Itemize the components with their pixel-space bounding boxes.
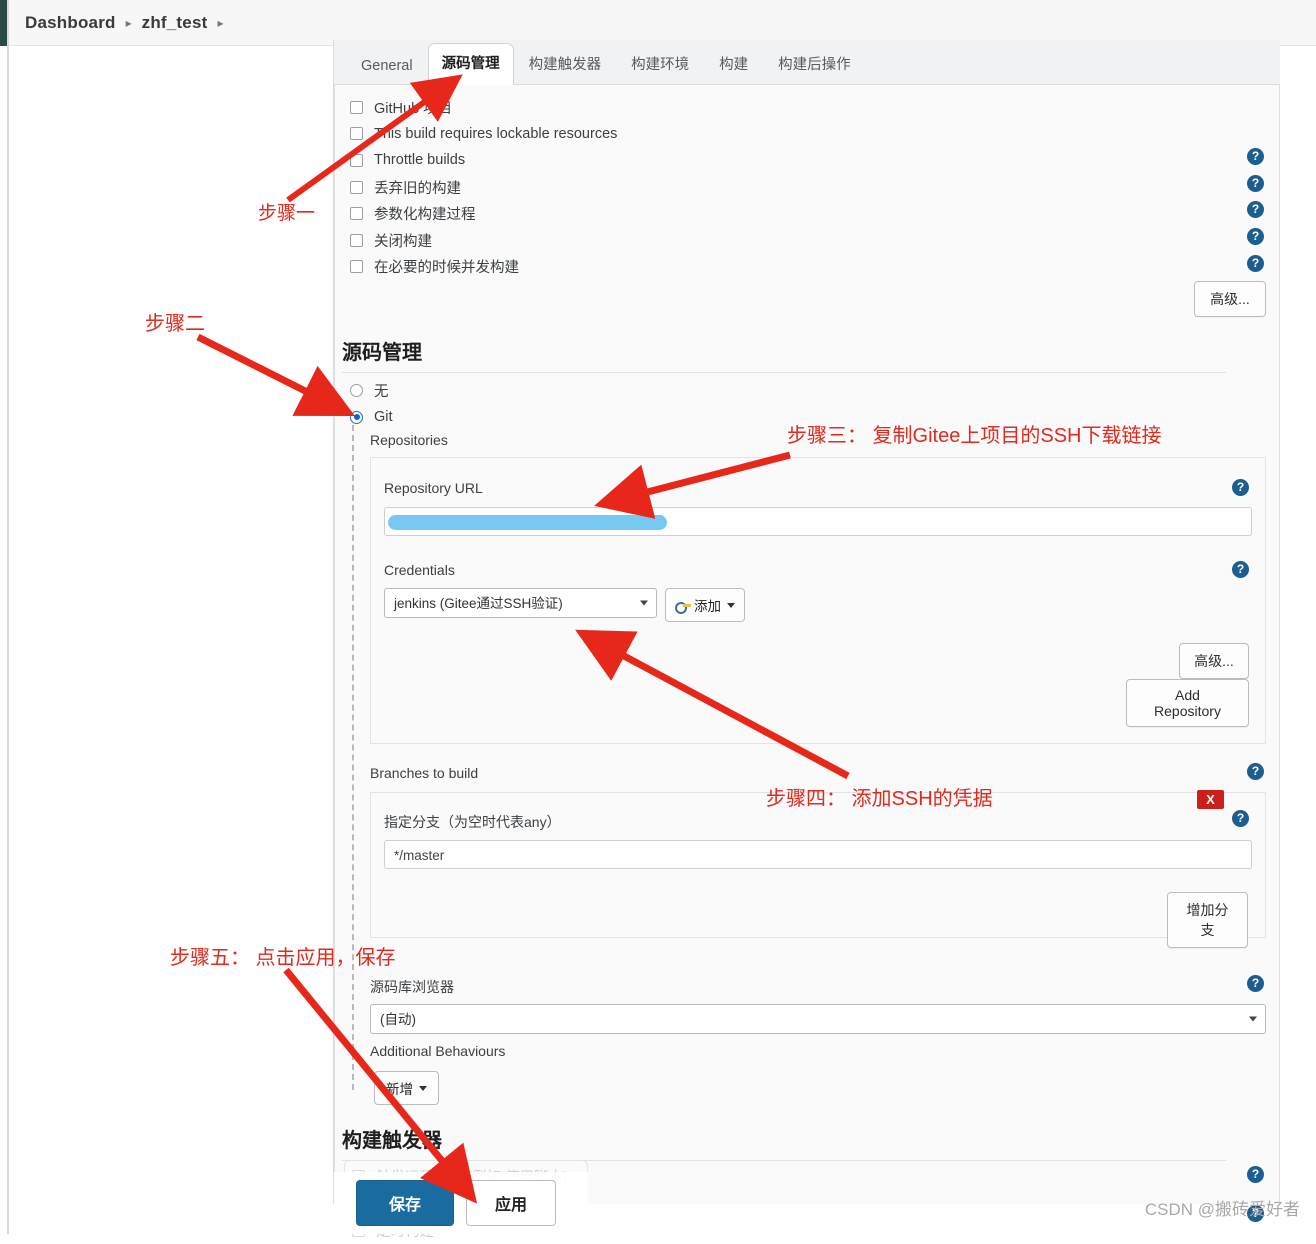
annotation-step-2: 步骤二 bbox=[145, 313, 205, 335]
help-icon-discard-old-builds[interactable]: ? bbox=[1247, 175, 1264, 192]
scm-section-heading: 源码管理 bbox=[342, 336, 1226, 373]
help-icon-trigger-remote[interactable]: ? bbox=[1247, 1166, 1264, 1183]
tab-post-build[interactable]: 构建后操作 bbox=[763, 43, 866, 85]
option-label: 参数化构建过程 bbox=[374, 207, 476, 224]
triggers-section-heading: 构建触发器 bbox=[342, 1124, 1226, 1161]
delete-branch-button[interactable]: X bbox=[1197, 790, 1224, 809]
add-repository-button[interactable]: Add Repository bbox=[1126, 679, 1249, 727]
watermark: CSDN @搬砖爱好者 bbox=[1144, 1200, 1300, 1219]
additional-behaviours-label: Additional Behaviours bbox=[370, 1043, 506, 1059]
option-throttle-builds[interactable]: Throttle builds bbox=[350, 147, 1230, 174]
help-icon-branches[interactable]: ? bbox=[1247, 763, 1264, 780]
option-disable-build[interactable]: 关闭构建 bbox=[350, 227, 1230, 254]
radio-git-input[interactable] bbox=[350, 410, 363, 424]
repositories-label: Repositories bbox=[370, 432, 448, 448]
annotation-step-5: 步骤五： 点击应用，保存 bbox=[170, 947, 396, 969]
breadcrumb-item-job[interactable]: zhf_test bbox=[142, 13, 208, 33]
add-behaviour-button[interactable]: 新增 bbox=[374, 1071, 439, 1105]
breadcrumb-separator-icon-2[interactable]: ▸ bbox=[217, 16, 223, 30]
checkbox-lockable-resources[interactable] bbox=[350, 127, 363, 141]
annotation-step-1: 步骤一 bbox=[258, 203, 316, 224]
radio-scm-none[interactable]: 无 bbox=[350, 377, 389, 404]
checkbox-github-project[interactable] bbox=[350, 100, 363, 114]
checkbox-disable-build[interactable] bbox=[350, 233, 363, 247]
add-branch-button[interactable]: 增加分支 bbox=[1167, 892, 1248, 948]
help-icon-repository-url[interactable]: ? bbox=[1232, 479, 1249, 496]
help-icon-concurrent-build[interactable]: ? bbox=[1247, 255, 1264, 272]
radio-none-input[interactable] bbox=[350, 383, 363, 397]
add-credential-label: 添加 bbox=[694, 599, 721, 614]
tab-scm[interactable]: 源码管理 bbox=[427, 43, 514, 85]
help-icon-parameterized-build[interactable]: ? bbox=[1247, 201, 1264, 218]
help-icon-disable-build[interactable]: ? bbox=[1247, 228, 1264, 245]
option-label: 在必要的时候并发构建 bbox=[374, 260, 519, 277]
breadcrumb-separator-icon: ▸ bbox=[125, 15, 132, 30]
help-icon-throttle-builds[interactable]: ? bbox=[1247, 148, 1264, 165]
tab-build[interactable]: 构建 bbox=[704, 43, 763, 85]
git-section-guide bbox=[352, 425, 354, 1090]
breadcrumb-item-dashboard[interactable]: Dashboard bbox=[25, 13, 116, 33]
advanced-button-general[interactable]: 高级... bbox=[1194, 281, 1266, 317]
option-label: 关闭构建 bbox=[374, 233, 432, 250]
chevron-down-icon bbox=[727, 602, 735, 608]
repository-browser-select[interactable]: (自动) bbox=[370, 1004, 1266, 1034]
radio-label: Git bbox=[374, 409, 393, 426]
help-icon-repository-browser[interactable]: ? bbox=[1247, 975, 1264, 992]
help-icon-branch-specifier[interactable]: ? bbox=[1232, 810, 1249, 827]
key-icon bbox=[675, 600, 691, 614]
branches-to-build-label: Branches to build bbox=[370, 765, 479, 781]
annotation-step-3: 步骤三： 复制Gitee上项目的SSH下载链接 bbox=[787, 425, 1162, 447]
tab-build-triggers[interactable]: 构建触发器 bbox=[514, 43, 617, 85]
repository-browser-value: (自动) bbox=[380, 1011, 416, 1027]
checkbox-parameterized-build[interactable] bbox=[350, 207, 363, 221]
checkbox-concurrent-build[interactable] bbox=[350, 260, 363, 274]
chevron-down-icon bbox=[419, 1085, 427, 1091]
option-concurrent-build[interactable]: 在必要的时候并发构建 bbox=[350, 254, 1230, 281]
repository-url-label: Repository URL bbox=[384, 480, 483, 496]
option-label: GitHub 项目 bbox=[374, 100, 453, 117]
credentials-label: Credentials bbox=[384, 562, 455, 578]
option-parameterized-build[interactable]: 参数化构建过程 bbox=[350, 200, 1230, 227]
option-lockable-resources[interactable]: This build requires lockable resources bbox=[350, 121, 1230, 148]
chevron-down-icon bbox=[1249, 1016, 1257, 1022]
credentials-select[interactable]: jenkins (Gitee通过SSH验证) bbox=[384, 588, 657, 618]
general-options-list: GitHub 项目 This build requires lockable r… bbox=[350, 94, 1230, 280]
radio-label: 无 bbox=[374, 383, 389, 400]
branch-specifier-input[interactable]: */master bbox=[384, 840, 1252, 869]
repository-url-redaction bbox=[388, 515, 667, 530]
chevron-down-icon bbox=[640, 600, 648, 606]
repository-browser-label: 源码库浏览器 bbox=[370, 979, 454, 995]
option-discard-old-builds[interactable]: 丢弃旧的构建 bbox=[350, 174, 1230, 201]
form-action-bar: 保存 应用 bbox=[334, 1172, 588, 1234]
add-credential-button[interactable]: 添加 bbox=[665, 588, 745, 622]
option-github-project[interactable]: GitHub 项目 bbox=[350, 94, 1230, 121]
checkbox-discard-old-builds[interactable] bbox=[350, 180, 363, 194]
branch-specifier-label: 指定分支（为空时代表any） bbox=[384, 814, 561, 830]
option-label: 丢弃旧的构建 bbox=[374, 180, 461, 197]
advanced-button-repository[interactable]: 高级... bbox=[1179, 643, 1249, 679]
annotation-step-4: 步骤四： 添加SSH的凭据 bbox=[766, 788, 993, 810]
add-behaviour-label: 新增 bbox=[386, 1082, 413, 1097]
radio-scm-git[interactable]: Git bbox=[350, 404, 393, 431]
save-button[interactable]: 保存 bbox=[356, 1180, 455, 1226]
tab-build-environment[interactable]: 构建环境 bbox=[616, 43, 704, 85]
credentials-select-value: jenkins (Gitee通过SSH验证) bbox=[394, 595, 563, 611]
apply-button[interactable]: 应用 bbox=[466, 1180, 557, 1226]
option-label: Throttle builds bbox=[374, 152, 466, 169]
config-tabs: General 源码管理 构建触发器 构建环境 构建 构建后操作 bbox=[334, 40, 1280, 85]
tab-general[interactable]: General bbox=[346, 48, 428, 85]
help-icon-credentials[interactable]: ? bbox=[1232, 561, 1249, 578]
option-label: This build requires lockable resources bbox=[374, 125, 618, 142]
checkbox-throttle-builds[interactable] bbox=[350, 153, 363, 167]
